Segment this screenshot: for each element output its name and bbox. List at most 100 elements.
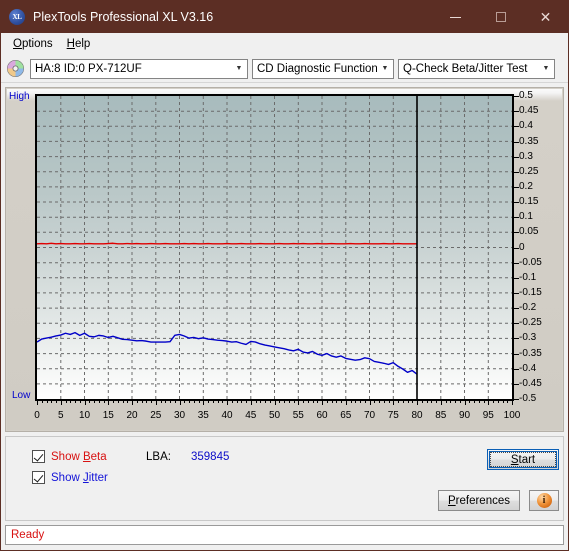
y-tick-mark: [514, 323, 519, 325]
x-minor-tick-mark: [70, 401, 72, 403]
y-tick-mark: [514, 338, 519, 340]
x-tick-label: 100: [503, 410, 521, 421]
x-minor-tick-mark: [412, 401, 414, 403]
show-beta-label: Show Beta: [51, 450, 107, 463]
x-minor-tick-mark: [374, 401, 376, 403]
preferences-button[interactable]: Preferences: [438, 490, 520, 511]
x-tick-mark: [60, 401, 62, 405]
x-tick-mark: [37, 401, 38, 405]
x-minor-tick-mark: [170, 401, 171, 403]
x-minor-tick-mark: [383, 401, 385, 403]
x-minor-tick-mark: [231, 401, 233, 403]
y-tick-mark: [514, 111, 519, 113]
x-tick-mark: [440, 401, 442, 405]
y-tick-mark: [514, 383, 519, 385]
controls-panel: Show Beta Show Jitter LBA: 359845 Start …: [5, 436, 564, 521]
drive-select[interactable]: HA:8 ID:0 PX-712UF ▼: [30, 58, 248, 79]
x-tick-label: 40: [221, 410, 233, 421]
x-minor-tick-mark: [284, 401, 285, 403]
x-minor-tick-mark: [507, 401, 509, 403]
close-button[interactable]: ✕: [523, 1, 568, 33]
x-minor-tick-mark: [317, 401, 319, 403]
x-minor-tick-mark: [189, 401, 190, 403]
x-minor-tick-mark: [208, 401, 209, 403]
x-minor-tick-mark: [402, 401, 404, 403]
x-minor-tick-mark: [364, 401, 366, 403]
x-tick-label: 60: [316, 410, 328, 421]
y-tick-mark: [514, 368, 519, 370]
x-minor-tick-mark: [184, 401, 186, 403]
x-minor-tick-mark: [436, 401, 437, 403]
x-tick-mark: [250, 401, 252, 405]
x-tick-label: 65: [340, 410, 352, 421]
x-minor-tick-mark: [222, 401, 224, 403]
x-minor-tick-mark: [421, 401, 423, 403]
x-tick-label: 20: [126, 410, 138, 421]
x-minor-tick-mark: [113, 401, 114, 403]
x-minor-tick-mark: [341, 401, 342, 403]
x-tick-label: 45: [245, 410, 257, 421]
y-tick-label: 0.05: [519, 226, 539, 238]
x-minor-tick-mark: [307, 401, 309, 403]
lba-value: 359845: [191, 451, 230, 463]
x-minor-tick-mark: [478, 401, 480, 403]
x-minor-tick-mark: [355, 401, 357, 403]
maximize-button[interactable]: [478, 1, 523, 33]
start-button[interactable]: Start: [487, 449, 559, 470]
x-minor-tick-mark: [326, 401, 328, 403]
info-button[interactable]: i: [529, 490, 559, 511]
function-select-value: CD Diagnostic Functions: [257, 62, 377, 75]
minimize-button[interactable]: [433, 1, 478, 33]
status-bar: Ready: [5, 525, 564, 545]
x-tick-mark: [108, 401, 110, 405]
y-tick-label: -0.15: [519, 287, 542, 298]
y-tick-mark: [514, 141, 519, 143]
x-tick-mark: [322, 401, 323, 405]
x-tick-mark: [464, 401, 466, 405]
chart-panel-inner: High Low 0.5 0.45 0.4 0.35 0.3 0.25 0.2 0.15 0.1…: [7, 89, 562, 430]
x-minor-tick-mark: [398, 401, 399, 403]
x-tick-mark: [155, 401, 157, 405]
y-tick-label: 0.4: [519, 120, 533, 132]
chart-svg: [37, 96, 512, 399]
menu-item-help[interactable]: Help: [60, 36, 98, 52]
x-minor-tick-mark: [165, 401, 167, 403]
y-tick-mark: [514, 353, 519, 355]
y-tick-label: -0.35: [519, 347, 542, 359]
x-minor-tick-mark: [255, 401, 257, 403]
y-tick-mark: [514, 156, 519, 158]
y-tick-label: -0.4: [519, 362, 537, 374]
show-beta-row[interactable]: Show Beta: [32, 450, 107, 463]
x-minor-tick-mark: [46, 401, 48, 403]
chevron-down-icon: ▼: [235, 65, 243, 72]
x-tick-label: 95: [482, 410, 494, 421]
show-beta-checkbox[interactable]: [32, 450, 45, 463]
x-minor-tick-mark: [94, 401, 95, 403]
x-tick-label: 90: [458, 410, 471, 421]
y-tick-label: 0.3: [519, 150, 533, 162]
x-minor-tick-mark: [293, 401, 295, 403]
x-minor-tick-mark: [151, 401, 152, 403]
y-tick-label: -0.1: [519, 271, 537, 283]
menu-item-options[interactable]: Options: [6, 36, 60, 52]
chart-plot-area[interactable]: [35, 94, 514, 401]
show-jitter-checkbox[interactable]: [32, 471, 45, 484]
drive-select-value: HA:8 ID:0 PX-712UF: [35, 62, 142, 75]
x-minor-tick-mark: [445, 401, 447, 403]
x-tick-label: 15: [102, 410, 114, 421]
x-tick-label: 25: [150, 410, 162, 421]
x-tick-mark: [345, 401, 347, 405]
x-tick-mark: [488, 401, 490, 405]
menu-item-options-label: ptions: [21, 38, 53, 50]
x-minor-tick-mark: [388, 401, 390, 403]
x-minor-tick-mark: [455, 401, 456, 403]
y-tick-label: -0.5: [519, 393, 537, 404]
function-select[interactable]: CD Diagnostic Functions ▼: [252, 58, 394, 79]
x-tick-mark: [179, 401, 181, 405]
show-jitter-row[interactable]: Show Jitter: [32, 471, 108, 484]
x-minor-tick-mark: [117, 401, 119, 403]
x-minor-tick-mark: [336, 401, 338, 403]
test-select[interactable]: Q-Check Beta/Jitter Test ▼: [398, 58, 555, 79]
y-tick-label: -0.3: [519, 332, 537, 344]
x-minor-tick-mark: [303, 401, 304, 403]
